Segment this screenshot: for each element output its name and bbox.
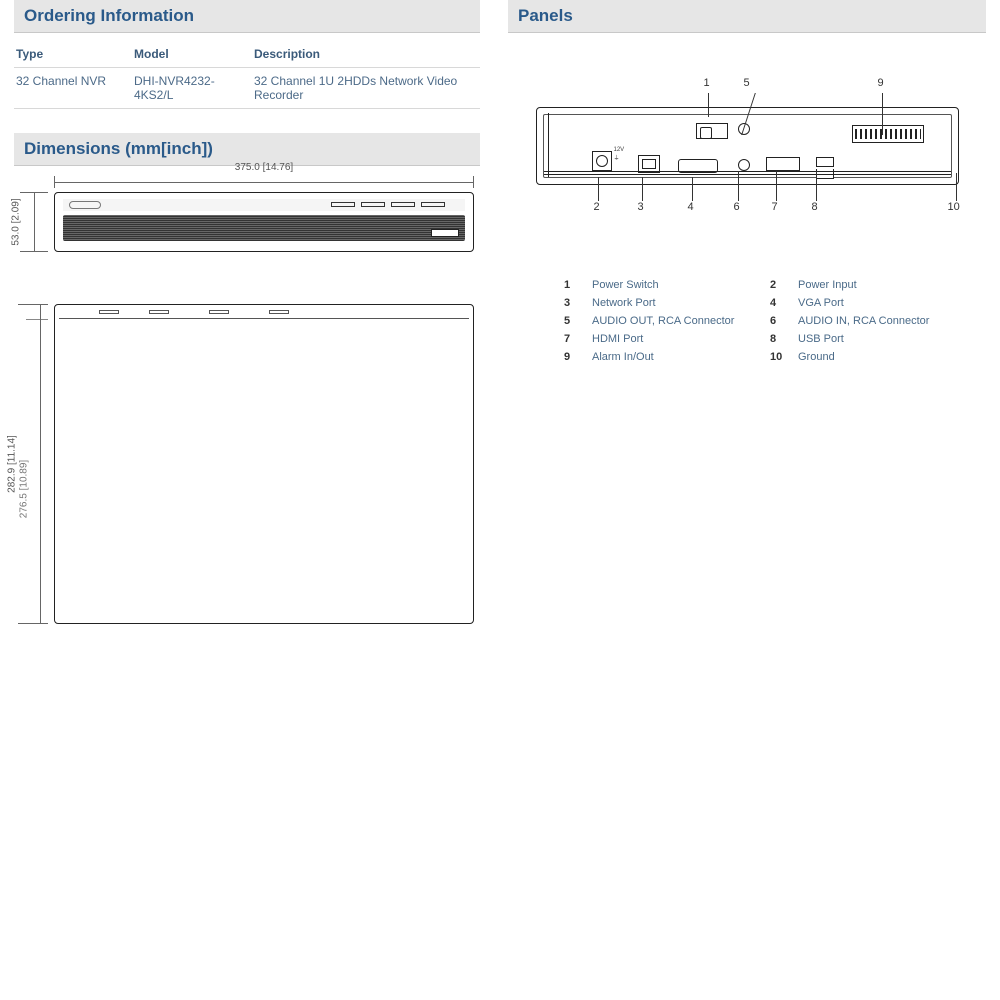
- callout-6: 6: [734, 201, 740, 213]
- ordering-hdr-desc: Description: [252, 41, 480, 68]
- legend-num: 10: [770, 351, 790, 363]
- legend-num: 6: [770, 315, 790, 327]
- legend-label: USB Port: [798, 333, 968, 345]
- dim-width: 375.0 [14.76]: [235, 162, 293, 173]
- dim-height: 53.0 [2.09]: [11, 198, 22, 245]
- ordering-hdr-model: Model: [132, 41, 252, 68]
- legend-num: 9: [564, 351, 584, 363]
- callout-10: 10: [948, 201, 960, 213]
- legend-num: 2: [770, 279, 790, 291]
- power-input-icon: [592, 151, 612, 171]
- callout-4: 4: [688, 201, 694, 213]
- legend-num: 4: [770, 297, 790, 309]
- ordering-hdr-type: Type: [14, 41, 132, 68]
- callout-9: 9: [878, 77, 884, 89]
- legend-label: HDMI Port: [592, 333, 762, 345]
- legend-num: 8: [770, 333, 790, 345]
- legend-num: 3: [564, 297, 584, 309]
- alarm-io-icon: [852, 125, 924, 143]
- power-switch-icon: [696, 123, 728, 139]
- callout-8: 8: [812, 201, 818, 213]
- callout-3: 3: [638, 201, 644, 213]
- legend-label: Power Input: [798, 279, 968, 291]
- ordering-type: 32 Channel NVR: [14, 68, 132, 109]
- ordering-table: Type Model Description 32 Channel NVR DH…: [14, 41, 480, 109]
- panels-title: Panels: [508, 0, 986, 33]
- ground-icon: [544, 115, 554, 125]
- front-view-drawing: 375.0 [14.76] 53.0 [2.09]: [54, 176, 474, 286]
- dim-depth-outer: 282.9 [11.14]: [7, 435, 18, 493]
- callout-2: 2: [594, 201, 600, 213]
- legend-label: Network Port: [592, 297, 762, 309]
- legend-num: 1: [564, 279, 584, 291]
- hdmi-port-icon: [766, 157, 800, 171]
- callout-7: 7: [772, 201, 778, 213]
- legend-label: AUDIO OUT, RCA Connector: [592, 315, 762, 327]
- ordering-title: Ordering Information: [14, 0, 480, 33]
- ordering-desc: 32 Channel 1U 2HDDs Network Video Record…: [252, 68, 480, 109]
- table-row: 32 Channel NVR DHI-NVR4232-4KS2/L 32 Cha…: [14, 68, 480, 109]
- legend-num: 7: [564, 333, 584, 345]
- usb-port-icon: [816, 157, 834, 167]
- panel-legend: 1 Power Switch 2 Power Input 3 Network P…: [564, 279, 986, 363]
- callout-1: 1: [704, 77, 710, 89]
- top-view-drawing: 282.9 [11.14] 276.5 [10.89]: [54, 304, 474, 624]
- callout-5: 5: [744, 77, 750, 89]
- rear-panel-diagram: 12V⏚ 1 5 9 2 3 4 6 7 8 10: [520, 53, 975, 253]
- legend-num: 5: [564, 315, 584, 327]
- legend-label: Alarm In/Out: [592, 351, 762, 363]
- dim-depth-inner: 276.5 [10.89]: [19, 460, 30, 518]
- legend-label: Power Switch: [592, 279, 762, 291]
- legend-label: VGA Port: [798, 297, 968, 309]
- ordering-model: DHI-NVR4232-4KS2/L: [132, 68, 252, 109]
- legend-label: Ground: [798, 351, 968, 363]
- audio-in-icon: [738, 159, 750, 171]
- legend-label: AUDIO IN, RCA Connector: [798, 315, 968, 327]
